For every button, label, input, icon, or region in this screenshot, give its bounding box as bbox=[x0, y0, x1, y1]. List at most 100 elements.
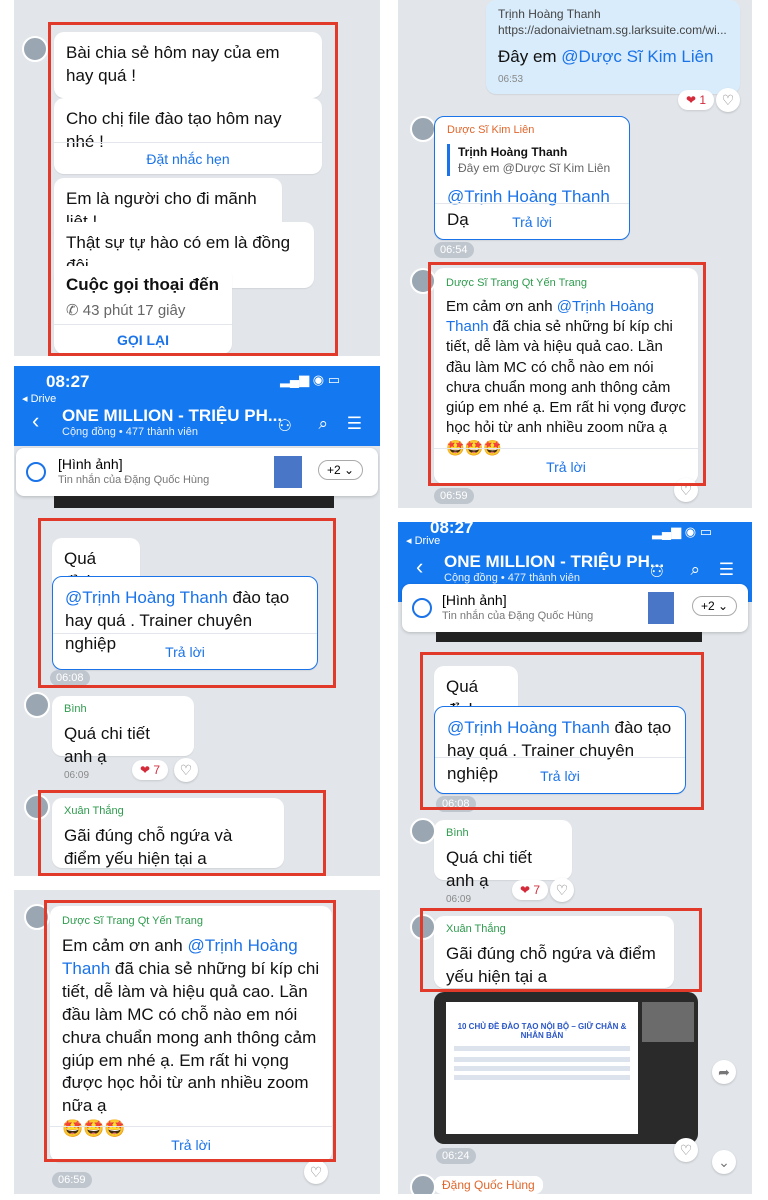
message-bubble[interactable]: Dược Sĩ Trang Qt Yến Trang Em cảm ơn anh… bbox=[434, 268, 698, 484]
heart-icon[interactable]: ♡ bbox=[550, 878, 574, 902]
back-arrow-icon[interactable]: ‹ bbox=[416, 554, 423, 580]
pinned-message-bar[interactable]: [Hình ảnh] Tin nhắn của Đặng Quốc Hùng +… bbox=[402, 584, 748, 632]
message-bubble[interactable]: Xuân Thắng Gãi đúng chỗ ngứa và điểm yếu… bbox=[52, 798, 284, 868]
pinned-subtitle: Tin nhắn của Đặng Quốc Hùng bbox=[442, 610, 594, 622]
video-toolbar-strip bbox=[436, 632, 702, 642]
video-line bbox=[454, 1075, 630, 1080]
call-back-button[interactable]: GỌI LẠI bbox=[54, 324, 232, 354]
mention-link[interactable]: @Trịnh Hoàng Thanh bbox=[447, 718, 610, 737]
message-bubble[interactable]: Xuân Thắng Gãi đúng chỗ ngứa và điểm yếu… bbox=[434, 916, 674, 988]
sender-name: Bình bbox=[64, 703, 87, 715]
search-icon[interactable]: ⌕ bbox=[318, 414, 328, 434]
heart-icon[interactable]: ♡ bbox=[674, 1138, 698, 1162]
avatar[interactable] bbox=[22, 36, 48, 62]
reply-button[interactable]: Trả lời bbox=[50, 1126, 332, 1162]
message-text: Đây em bbox=[498, 47, 562, 67]
avatar[interactable] bbox=[24, 904, 50, 930]
back-drive-link[interactable]: ◂ Drive bbox=[22, 392, 56, 405]
message-bubble[interactable]: Bài chia sẻ hôm nay của em hay quá ! bbox=[54, 32, 322, 98]
video-line bbox=[454, 1066, 630, 1071]
pinned-more-button[interactable]: +2 ⌄ bbox=[318, 460, 364, 480]
mention-link[interactable]: @Trịnh Hoàng Thanh bbox=[65, 588, 228, 607]
reply-button[interactable]: Trả lời bbox=[53, 633, 317, 669]
message-body: Em cảm ơn anh @Trịnh Hoàng Thanh đã chia… bbox=[446, 297, 686, 459]
call-title: Cuộc gọi thoại đến bbox=[66, 275, 219, 294]
message-bubble[interactable]: Bình Quá chi tiết anh ạ 06:09 bbox=[434, 820, 572, 905]
avatar[interactable] bbox=[410, 818, 436, 844]
sender-name: Đặng Quốc Hùng bbox=[434, 1176, 543, 1194]
status-icons: ▂▄▆ ◉ ▭ bbox=[651, 524, 712, 539]
timestamp: 06:59 bbox=[434, 488, 474, 504]
avatar[interactable] bbox=[24, 794, 50, 820]
search-icon[interactable]: ⌕ bbox=[690, 560, 700, 580]
message-text: Gãi đúng chỗ ngứa và điểm yếu hiện tại a bbox=[64, 825, 233, 868]
timestamp: 06:08 bbox=[436, 796, 476, 812]
timestamp: 06:59 bbox=[52, 1172, 92, 1188]
pinned-more-count: +2 bbox=[701, 599, 715, 613]
heart-icon[interactable]: ♡ bbox=[304, 1160, 328, 1184]
message-text: đã chia sẻ những bí kíp chi tiết, dễ làm… bbox=[62, 958, 320, 1116]
status-icons: ▂▄▆ ◉ ▭ bbox=[279, 372, 340, 387]
reply-button[interactable]: Trả lời bbox=[435, 203, 629, 239]
timestamp: 06:54 bbox=[434, 242, 474, 258]
menu-icon[interactable]: ☰ bbox=[347, 414, 362, 434]
group-name[interactable]: ONE MILLION - TRIỆU PH... bbox=[444, 552, 664, 572]
video-message[interactable]: 10 CHỦ ĐỀ ĐÀO TẠO NỘI BỘ – GIỮ CHÂN & NH… bbox=[434, 992, 698, 1144]
chat-panel-4: Trịnh Hoàng Thanh https://adonaivietnam.… bbox=[398, 0, 752, 508]
reply-bubble[interactable]: @Trịnh Hoàng Thanh đào tạo hay quá . Tra… bbox=[434, 706, 686, 794]
presenter-thumbnail bbox=[642, 1002, 694, 1042]
reaction-count[interactable]: ❤ 1 bbox=[678, 90, 715, 110]
pinned-subtitle: Tin nhắn của Đặng Quốc Hùng bbox=[58, 474, 210, 486]
avatar[interactable] bbox=[410, 268, 436, 294]
back-arrow-icon[interactable]: ‹ bbox=[32, 408, 39, 434]
add-member-icon[interactable]: ⚇ bbox=[650, 562, 664, 582]
message-bubble[interactable]: Dược Sĩ Trang Qt Yến Trang Em cảm ơn anh… bbox=[50, 906, 332, 1162]
sender-name: Dược Sĩ Kim Liên bbox=[447, 124, 535, 136]
chevron-down-icon: ⌄ bbox=[714, 599, 729, 613]
chat-icon bbox=[26, 462, 46, 482]
back-drive-link[interactable]: ◂ Drive bbox=[406, 534, 440, 547]
pinned-title: [Hình ảnh] bbox=[58, 456, 123, 472]
avatar[interactable] bbox=[410, 116, 436, 142]
reaction-count[interactable]: ❤ 7 bbox=[132, 760, 169, 780]
quoted-name: Trịnh Hoàng Thanh bbox=[498, 7, 601, 21]
avatar[interactable] bbox=[410, 1174, 436, 1194]
add-member-icon[interactable]: ⚇ bbox=[278, 416, 292, 436]
timestamp: 06:53 bbox=[498, 74, 524, 86]
avatar[interactable] bbox=[24, 692, 50, 718]
reminder-button[interactable]: Đặt nhắc hẹn bbox=[54, 142, 322, 174]
share-icon[interactable]: ➦ bbox=[712, 1060, 736, 1084]
call-card[interactable]: Cuộc gọi thoại đến ✆ 43 phút 17 giây GỌI… bbox=[54, 266, 232, 354]
pinned-message-bar[interactable]: [Hình ảnh] Tin nhắn của Đặng Quốc Hùng +… bbox=[16, 448, 378, 496]
pinned-more-count: +2 bbox=[327, 463, 341, 477]
menu-icon[interactable]: ☰ bbox=[719, 560, 734, 580]
pinned-title: [Hình ảnh] bbox=[442, 592, 507, 608]
message-bubble[interactable]: Trịnh Hoàng Thanh https://adonaivietnam.… bbox=[486, 0, 740, 94]
pinned-thumbnail bbox=[274, 456, 302, 488]
heart-icon[interactable]: ♡ bbox=[716, 88, 740, 112]
group-name[interactable]: ONE MILLION - TRIỆU PH... bbox=[62, 406, 282, 426]
timestamp: 06:08 bbox=[50, 670, 90, 686]
scroll-down-icon[interactable]: ⌄ bbox=[712, 1150, 736, 1174]
sender-name: Xuân Thắng bbox=[446, 923, 506, 935]
mention-link[interactable]: @Dược Sĩ Kim Liên bbox=[561, 47, 713, 66]
group-subtitle: Cộng đồng • 477 thành viên bbox=[62, 426, 198, 438]
heart-icon[interactable]: ♡ bbox=[674, 478, 698, 502]
reaction-count[interactable]: ❤ 7 bbox=[512, 880, 549, 900]
reply-bubble[interactable]: @Trịnh Hoàng Thanh đào tạo hay quá . Tra… bbox=[52, 576, 318, 670]
avatar[interactable] bbox=[410, 914, 436, 940]
timestamp: 06:24 bbox=[436, 1148, 476, 1164]
message-bubble[interactable]: Bình Quá chi tiết anh ạ 06:09 bbox=[52, 696, 194, 781]
sender-name: Dược Sĩ Trang Qt Yến Trang bbox=[62, 915, 203, 927]
pinned-more-button[interactable]: +2 ⌄ bbox=[692, 596, 738, 616]
reply-bubble[interactable]: Dược Sĩ Kim Liên Trịnh Hoàng Thanh Đây e… bbox=[434, 116, 630, 240]
link-text[interactable]: https://adonaivietnam.sg.larksuite.com/w… bbox=[498, 22, 728, 38]
sender-name: Dược Sĩ Trang Qt Yến Trang bbox=[446, 277, 587, 289]
heart-icon[interactable]: ♡ bbox=[174, 758, 198, 782]
phone-icon: ✆ bbox=[66, 301, 79, 319]
video-toolbar-strip bbox=[54, 496, 334, 508]
reply-button[interactable]: Trả lời bbox=[435, 757, 685, 793]
message-bubble[interactable]: Cho chị file đào tạo hôm nay nhé ! Đặt n… bbox=[54, 98, 322, 174]
reply-button[interactable]: Trả lời bbox=[434, 448, 698, 484]
sender-name: Xuân Thắng bbox=[64, 805, 124, 817]
